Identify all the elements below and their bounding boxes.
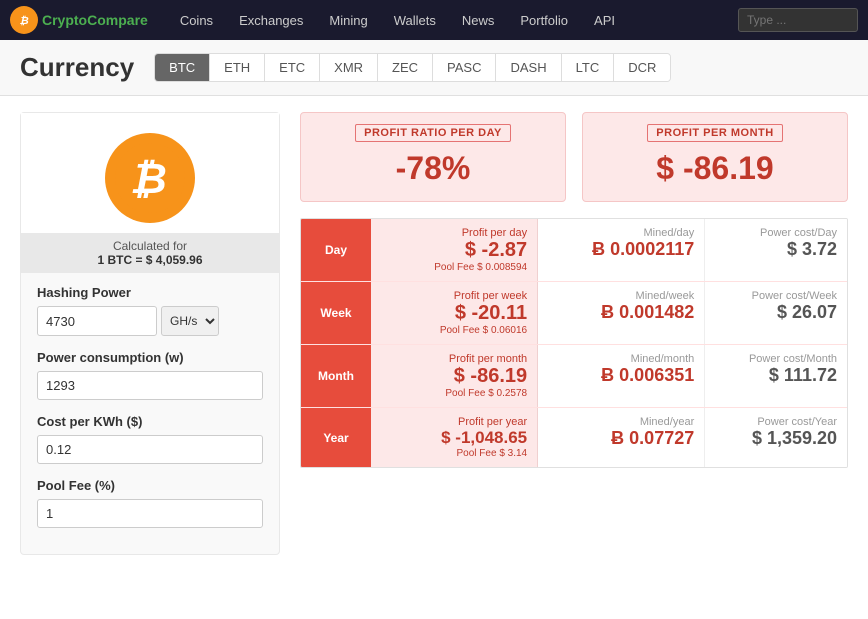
main-content: ₿ Calculated for 1 BTC = $ 4,059.96 Hash…: [0, 96, 868, 571]
power-day: Power cost/Day $ 3.72: [705, 219, 847, 281]
tab-etc[interactable]: ETC: [265, 54, 320, 81]
period-year: Year: [301, 408, 371, 467]
period-week: Week: [301, 282, 371, 344]
table-row: Year Profit per year $ -1,048.65 Pool Fe…: [301, 408, 847, 467]
mined-year: Mined/year Ƀ 0.07727: [538, 408, 705, 467]
input-section: Hashing Power GH/s TH/s MH/s Power consu…: [21, 273, 279, 554]
profit-month-title: PROFIT PER MONTH: [647, 124, 782, 142]
profit-day: Profit per day $ -2.87 Pool Fee $ 0.0085…: [371, 219, 538, 281]
nav-portfolio[interactable]: Portfolio: [508, 0, 580, 40]
logo-icon: ₿: [10, 6, 38, 34]
btc-logo: ₿: [105, 133, 195, 223]
profit-month-card: PROFIT PER MONTH $ -86.19: [582, 112, 848, 202]
calculated-for: Calculated for 1 BTC = $ 4,059.96: [21, 233, 279, 273]
tab-eth[interactable]: ETH: [210, 54, 265, 81]
cost-per-kwh-input[interactable]: [37, 435, 263, 464]
power-consumption-input[interactable]: [37, 371, 263, 400]
power-year: Power cost/Year $ 1,359.20: [705, 408, 847, 467]
table-row: Week Profit per week $ -20.11 Pool Fee $…: [301, 282, 847, 345]
svg-text:₿: ₿: [20, 14, 29, 27]
nav-exchanges[interactable]: Exchanges: [227, 0, 315, 40]
calculated-value: 1 BTC = $ 4,059.96: [27, 253, 273, 267]
tab-xmr[interactable]: XMR: [320, 54, 378, 81]
power-week: Power cost/Week $ 26.07: [705, 282, 847, 344]
currency-header: Currency BTC ETH ETC XMR ZEC PASC DASH L…: [0, 40, 868, 96]
mined-week: Mined/week Ƀ 0.001482: [538, 282, 705, 344]
navbar: ₿ CryptoCompare Coins Exchanges Mining W…: [0, 0, 868, 40]
logo[interactable]: ₿ CryptoCompare: [10, 6, 148, 34]
tab-zec[interactable]: ZEC: [378, 54, 433, 81]
coin-logo-area: ₿: [21, 113, 279, 233]
period-month: Month: [301, 345, 371, 407]
nav-api[interactable]: API: [582, 0, 627, 40]
hashing-unit-select[interactable]: GH/s TH/s MH/s: [161, 306, 219, 336]
cost-per-kwh-label: Cost per KWh ($): [37, 414, 263, 429]
right-panel: PROFIT RATIO PER DAY -78% PROFIT PER MON…: [300, 112, 848, 555]
tab-btc[interactable]: BTC: [155, 54, 210, 81]
profit-cards: PROFIT RATIO PER DAY -78% PROFIT PER MON…: [300, 112, 848, 202]
period-day: Day: [301, 219, 371, 281]
svg-text:₿: ₿: [130, 155, 167, 202]
table-row: Day Profit per day $ -2.87 Pool Fee $ 0.…: [301, 219, 847, 282]
logo-text: CryptoCompare: [42, 12, 148, 28]
hashing-power-label: Hashing Power: [37, 285, 263, 300]
left-panel: ₿ Calculated for 1 BTC = $ 4,059.96 Hash…: [20, 112, 280, 555]
profit-week: Profit per week $ -20.11 Pool Fee $ 0.06…: [371, 282, 538, 344]
pool-fee-input[interactable]: [37, 499, 263, 528]
hashing-power-input[interactable]: [37, 306, 157, 336]
profit-ratio-title: PROFIT RATIO PER DAY: [355, 124, 511, 142]
power-consumption-label: Power consumption (w): [37, 350, 263, 365]
tab-dcr[interactable]: DCR: [614, 54, 670, 81]
tab-dash[interactable]: DASH: [496, 54, 561, 81]
nav-mining[interactable]: Mining: [317, 0, 379, 40]
profit-year: Profit per year $ -1,048.65 Pool Fee $ 3…: [371, 408, 538, 467]
profit-month: Profit per month $ -86.19 Pool Fee $ 0.2…: [371, 345, 538, 407]
mined-day: Mined/day Ƀ 0.0002117: [538, 219, 705, 281]
mined-month: Mined/month Ƀ 0.006351: [538, 345, 705, 407]
profit-ratio-value: -78%: [317, 150, 549, 187]
nav-links: Coins Exchanges Mining Wallets News Port…: [168, 0, 738, 40]
page-title: Currency: [20, 52, 134, 83]
nav-wallets[interactable]: Wallets: [382, 0, 448, 40]
tab-ltc[interactable]: LTC: [562, 54, 615, 81]
nav-news[interactable]: News: [450, 0, 507, 40]
search-input[interactable]: [738, 8, 858, 32]
pool-fee-label: Pool Fee (%): [37, 478, 263, 493]
currency-tabs: BTC ETH ETC XMR ZEC PASC DASH LTC DCR: [154, 53, 671, 82]
nav-coins[interactable]: Coins: [168, 0, 225, 40]
profit-month-value: $ -86.19: [599, 150, 831, 187]
power-month: Power cost/Month $ 111.72: [705, 345, 847, 407]
tab-pasc[interactable]: PASC: [433, 54, 496, 81]
table-row: Month Profit per month $ -86.19 Pool Fee…: [301, 345, 847, 408]
data-table: Day Profit per day $ -2.87 Pool Fee $ 0.…: [300, 218, 848, 468]
profit-ratio-card: PROFIT RATIO PER DAY -78%: [300, 112, 566, 202]
